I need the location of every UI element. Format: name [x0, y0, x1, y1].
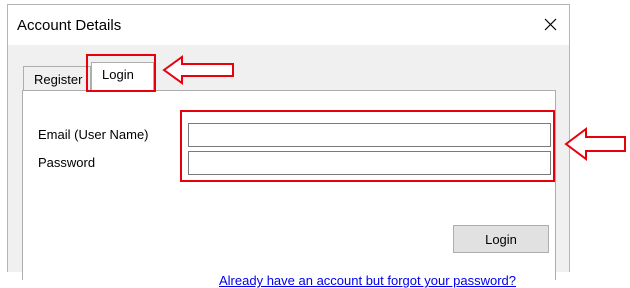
password-field[interactable]	[188, 151, 551, 175]
tab-register-label: Register	[34, 72, 83, 87]
email-field[interactable]	[188, 123, 551, 147]
tab-register[interactable]: Register	[23, 66, 91, 91]
tab-login[interactable]: Login	[91, 62, 154, 91]
close-icon	[544, 18, 557, 31]
password-label: Password	[38, 155, 96, 170]
account-details-dialog: Account Details Register Login Email (Us…	[7, 4, 570, 288]
login-tab-panel: Email (User Name) Password Login Already…	[22, 90, 556, 288]
email-label: Email (User Name)	[38, 127, 149, 142]
login-button[interactable]: Login	[453, 225, 549, 253]
dialog-body: Register Login Email (User Name) Passwor…	[8, 45, 569, 288]
title-bar: Account Details	[8, 5, 569, 45]
window-title: Account Details	[17, 17, 122, 34]
tab-login-label: Login	[102, 67, 134, 82]
credentials-arrow-icon	[564, 127, 626, 161]
forgot-password-link[interactable]: Already have an account but forgot your …	[219, 273, 516, 288]
close-button[interactable]	[535, 11, 565, 39]
